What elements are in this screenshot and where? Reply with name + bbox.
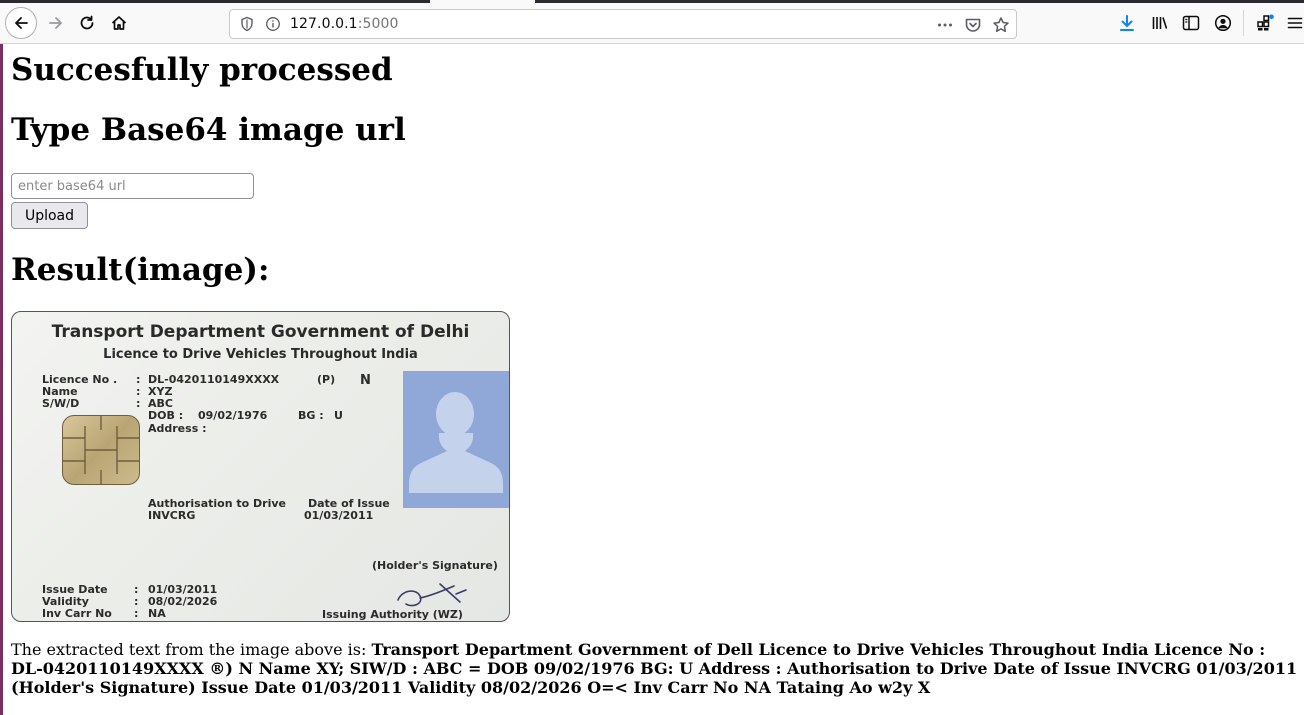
toolbar-separator (1243, 10, 1244, 36)
swd-label: S/W/D (42, 397, 80, 410)
card-colon: : (134, 607, 139, 620)
url-port: :5000 (357, 16, 399, 32)
result-heading: Result(image): (11, 252, 270, 288)
sidebar-icon[interactable] (1181, 13, 1201, 33)
more-actions-icon[interactable] (936, 16, 954, 34)
dob-value: 09/02/1976 (198, 409, 268, 422)
back-arrow-icon (15, 17, 28, 29)
form-heading: Type Base64 image url (11, 112, 406, 148)
pocket-icon[interactable] (964, 16, 982, 34)
p-mark: (P) (317, 373, 336, 386)
url-host: 127.0.0.1 (290, 16, 358, 32)
home-button[interactable] (104, 8, 134, 38)
signature-scribble (397, 583, 467, 607)
forward-arrow-icon (49, 17, 62, 29)
holder-signature-label: (Holder's Signature) (372, 559, 498, 572)
person-silhouette-icon (409, 392, 503, 493)
shield-icon[interactable] (239, 16, 255, 32)
menu-hamburger-icon[interactable] (1285, 13, 1304, 33)
doi-value: 01/03/2011 (304, 509, 374, 522)
extracted-text-prefix: The extracted text from the image above … (11, 640, 372, 659)
reload-button[interactable] (72, 8, 102, 38)
holder-photo (403, 371, 509, 508)
account-icon[interactable] (1213, 13, 1233, 33)
extensions-icon[interactable] (1255, 13, 1275, 33)
bookmark-star-icon[interactable] (992, 16, 1010, 34)
tab-strip (0, 0, 1304, 3)
library-icon[interactable] (1150, 13, 1170, 33)
chip-icon (62, 415, 140, 485)
inv-carr-value: NA (148, 607, 166, 620)
browser-toolbar: 127.0.0.1:5000 (0, 0, 1304, 44)
status-heading: Succesfully processed (11, 52, 393, 88)
bg-label: BG : (298, 409, 324, 422)
url-bar[interactable]: 127.0.0.1:5000 (229, 9, 1017, 39)
dob-label: DOB : (148, 409, 184, 422)
base64-url-input[interactable] (11, 173, 254, 199)
card-subtitle: Licence to Drive Vehicles Throughout Ind… (103, 347, 418, 362)
url-text[interactable]: 127.0.0.1:5000 (290, 16, 399, 32)
inv-carr-label: Inv Carr No (42, 607, 112, 620)
info-icon[interactable] (265, 16, 281, 32)
result-image: Transport Department Government of Delhi… (11, 311, 510, 622)
home-icon (111, 16, 127, 30)
upload-button[interactable]: Upload (11, 202, 88, 229)
issuing-authority-label: Issuing Authority (WZ) (322, 608, 463, 621)
chip-contacts (63, 416, 139, 484)
active-tab-indicator[interactable] (430, 0, 535, 3)
address-label: Address : (148, 422, 207, 435)
card-colon: : (136, 397, 141, 410)
card-title: Transport Department Government of Delhi (51, 322, 470, 342)
reload-icon (80, 15, 94, 30)
back-button[interactable] (5, 7, 37, 39)
window-left-edge (0, 44, 3, 715)
bg-value: U (334, 409, 343, 422)
downloads-icon[interactable] (1117, 13, 1137, 33)
extracted-text-paragraph: The extracted text from the image above … (11, 640, 1301, 697)
n-mark: N (360, 373, 371, 388)
auth-value: INVCRG (148, 509, 196, 522)
forward-button[interactable] (41, 8, 71, 38)
